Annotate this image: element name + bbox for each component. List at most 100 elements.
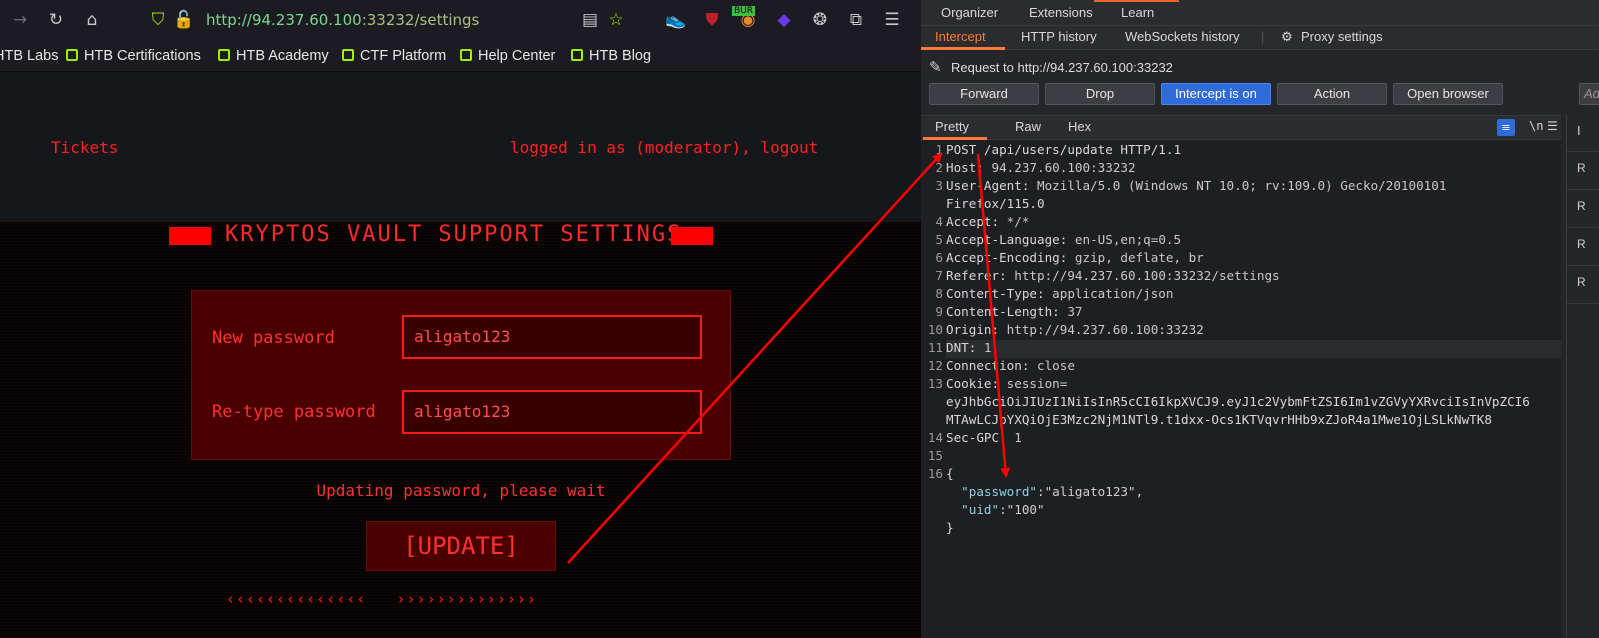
update-button[interactable]: [UPDATE]: [366, 521, 556, 571]
line-number: 14: [927, 430, 943, 445]
inspector-item[interactable]: R: [1577, 161, 1586, 175]
gear-icon[interactable]: ⚙: [1281, 29, 1293, 45]
line-number: 12: [927, 358, 943, 373]
shield-icon[interactable]: ⛉: [146, 8, 170, 32]
header-connection: Connection: close: [946, 358, 1075, 373]
status-message: Updating password, please wait: [316, 481, 606, 500]
cookie-jwt-part2: MTAwLCJpYXQiOjE3Mzc2NjM1NTl9.t1dxx-Ocs1K…: [946, 412, 1492, 427]
header-host: Host: 94.237.60.100:33232: [946, 160, 1136, 175]
extensions-puzzle-icon[interactable]: ⧉: [844, 8, 868, 32]
tab-learn[interactable]: Learn: [1121, 5, 1154, 20]
pencil-icon[interactable]: ✎: [929, 58, 942, 76]
line-number: 6: [935, 250, 943, 265]
json-close-brace: }: [946, 520, 954, 535]
action-button[interactable]: Action: [1277, 83, 1387, 105]
title-decor-left: [169, 227, 211, 245]
line-number: 4: [935, 214, 943, 229]
home-icon[interactable]: ⌂: [80, 8, 104, 32]
retype-password-input[interactable]: aligato123: [402, 390, 702, 434]
inspector-item[interactable]: R: [1577, 199, 1586, 213]
line-number: 2: [935, 160, 943, 175]
request-editor[interactable]: Pretty Raw Hex ≡ \n ☰ 1 POST /api/users/…: [921, 115, 1561, 638]
header-referer: Referer: http://94.237.60.100:33232/sett…: [946, 268, 1280, 283]
site-header: Tickets logged in as (moderator), logout: [0, 72, 921, 222]
settings-form: New password aligato123 Re-type password…: [191, 290, 731, 460]
nav-tickets-link[interactable]: Tickets: [51, 138, 118, 157]
ublock-icon[interactable]: ⛊: [700, 8, 724, 32]
tab-websockets-history[interactable]: WebSockets history: [1125, 29, 1240, 44]
tab-proxy-settings[interactable]: Proxy settings: [1301, 29, 1383, 44]
newline-toggle-icon[interactable]: \n: [1529, 119, 1543, 133]
htb-cube-icon: [460, 49, 472, 61]
htb-cube-icon: [342, 49, 354, 61]
header-dnt: DNT: 1: [946, 340, 992, 355]
toolbar: → ↻ ⌂ ⛉ 🔓 http://94.237.60.100:33232/set…: [0, 0, 921, 40]
tab-hex[interactable]: Hex: [1068, 119, 1091, 134]
divider: [1567, 189, 1599, 190]
tab-http-history[interactable]: HTTP history: [1021, 29, 1097, 44]
forward-arrow-icon[interactable]: →: [8, 8, 32, 32]
tab-intercept[interactable]: Intercept: [935, 29, 986, 44]
header-origin: Origin: http://94.237.60.100:33232: [946, 322, 1204, 337]
header-accept: Accept: */*: [946, 214, 1030, 229]
burp-top-tabs: Organizer Extensions Learn: [921, 0, 1599, 26]
drop-button[interactable]: Drop: [1045, 83, 1155, 105]
tab-raw[interactable]: Raw: [1015, 119, 1041, 134]
chevron-decoration: ‹‹‹‹‹‹‹‹‹‹‹‹‹‹ ››››››››››››››: [226, 590, 537, 608]
reload-icon[interactable]: ↻: [44, 8, 68, 32]
open-browser-button[interactable]: Open browser: [1393, 83, 1503, 105]
bookmark-htb-certifications[interactable]: HTB Certifications: [66, 47, 201, 65]
nav-logout-link[interactable]: logged in as (moderator), logout: [510, 138, 818, 157]
request-target: Request to http://94.237.60.100:33232: [951, 60, 1173, 75]
url-field[interactable]: http://94.237.60.100:33232/settings: [206, 10, 479, 30]
intercept-tab-underline: [921, 47, 1005, 50]
header-sec-gpc: Sec-GPC: 1: [946, 430, 1022, 445]
bookmark-help-center[interactable]: Help Center: [460, 47, 555, 65]
divider: [1567, 151, 1599, 152]
inspector-label[interactable]: I: [1577, 123, 1581, 138]
star-icon[interactable]: ☆: [604, 8, 628, 32]
inspector-item[interactable]: R: [1577, 275, 1586, 289]
tab-extensions[interactable]: Extensions: [1029, 5, 1093, 20]
url-path: :33232/settings: [361, 11, 480, 29]
htb-cube-icon: [218, 49, 230, 61]
menu-icon[interactable]: ☰: [1547, 119, 1558, 133]
new-password-input[interactable]: aligato123: [402, 315, 702, 359]
header-user-agent-cont: Firefox/115.0: [946, 196, 1045, 211]
line-number: 16: [927, 466, 943, 481]
web-page: Tickets logged in as (moderator), logout…: [0, 72, 921, 638]
header-user-agent: User-Agent: Mozilla/5.0 (Windows NT 10.0…: [946, 178, 1447, 193]
forward-button[interactable]: Forward: [929, 83, 1039, 105]
bookmark-htb-labs[interactable]: HTB Labs: [0, 47, 58, 65]
bookmark-htb-blog[interactable]: HTB Blog: [571, 47, 651, 65]
tab-organizer[interactable]: Organizer: [941, 5, 998, 20]
add-comment-button[interactable]: Ad: [1579, 83, 1599, 105]
tab-pretty[interactable]: Pretty: [935, 119, 969, 134]
bookmark-htb-academy[interactable]: HTB Academy: [218, 47, 329, 65]
reader-icon[interactable]: ▤: [578, 8, 602, 32]
extension-sneaker-icon[interactable]: 👟: [664, 8, 688, 32]
line-number: 7: [935, 268, 943, 283]
title-decor-right: [671, 227, 713, 245]
header-accept-encoding: Accept-Encoding: gzip, deflate, br: [946, 250, 1204, 265]
cookie-icon[interactable]: ❂: [808, 8, 832, 32]
wappalyzer-icon[interactable]: ◆: [772, 8, 796, 32]
burp-suite-window: Organizer Extensions Learn Intercept HTT…: [921, 0, 1599, 638]
menu-hamburger-icon[interactable]: ☰: [880, 8, 904, 32]
bookmark-ctf-platform[interactable]: CTF Platform: [342, 47, 446, 65]
pretty-tab-underline: [923, 137, 987, 140]
header-content-length: Content-Length: 37: [946, 304, 1083, 319]
bookmarks-bar: HTB Labs HTB Certifications HTB Academy …: [0, 40, 921, 72]
line-number: 9: [935, 304, 943, 319]
line-number: 15: [927, 448, 943, 463]
inspector-item[interactable]: R: [1577, 237, 1586, 251]
lock-warning-icon[interactable]: 🔓: [172, 8, 196, 32]
htb-cube-icon: [66, 49, 78, 61]
word-wrap-icon[interactable]: ≡: [1497, 119, 1515, 136]
intercept-toggle-button[interactable]: Intercept is on: [1161, 83, 1271, 105]
divider: [1567, 303, 1599, 304]
line-number: 11: [927, 340, 943, 355]
current-line-highlight: [946, 340, 1561, 358]
new-password-label: New password: [212, 328, 335, 348]
json-open-brace: {: [946, 466, 954, 481]
